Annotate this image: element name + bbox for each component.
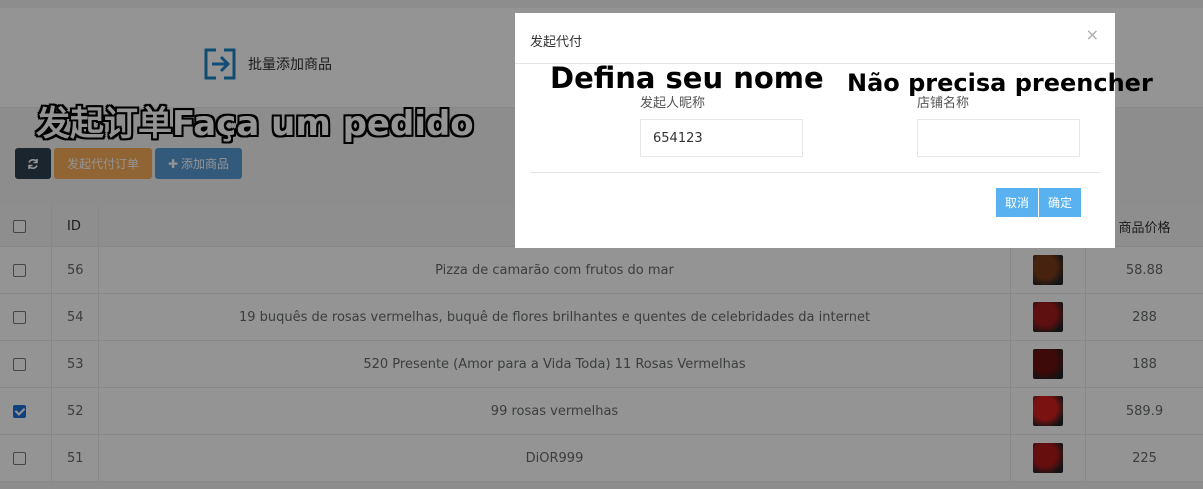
modal-footer-divider bbox=[530, 172, 1100, 173]
modal-buttons: 取消 确定 bbox=[996, 188, 1082, 217]
confirm-button[interactable]: 确定 bbox=[1038, 188, 1082, 217]
cancel-button[interactable]: 取消 bbox=[996, 188, 1039, 217]
nickname-input[interactable] bbox=[640, 119, 803, 157]
initiate-payment-modal: 发起代付 × Defina seu nome Não precisa preen… bbox=[515, 13, 1153, 248]
modal-title: 发起代付 bbox=[530, 35, 583, 50]
close-icon[interactable]: × bbox=[1086, 25, 1099, 44]
hint-nickname: Defina seu nome bbox=[550, 61, 824, 95]
hint-shop: Não precisa preencher bbox=[847, 69, 1153, 97]
shop-name-label: 店铺名称 bbox=[917, 96, 970, 111]
shop-name-input[interactable] bbox=[917, 119, 1080, 157]
nickname-label: 发起人昵称 bbox=[640, 96, 706, 111]
